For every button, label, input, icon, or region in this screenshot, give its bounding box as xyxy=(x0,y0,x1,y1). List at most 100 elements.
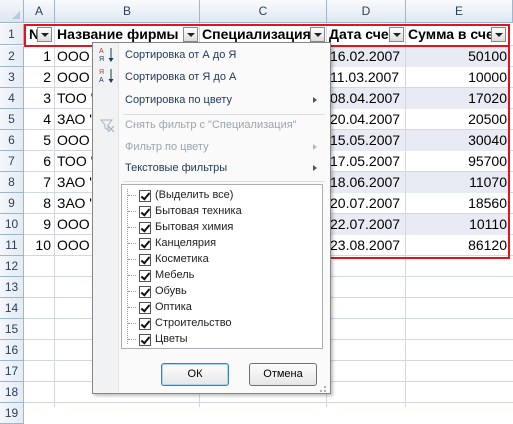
filter-value-label: Канцелярия xyxy=(155,237,217,249)
row-header-1[interactable]: 1 xyxy=(0,24,24,45)
filter-value-item[interactable]: Строительство xyxy=(122,316,312,332)
tree-connector xyxy=(128,227,136,228)
row-header-2[interactable]: 2 xyxy=(0,46,24,67)
checkbox-checked-icon[interactable] xyxy=(139,318,151,330)
svg-text:А: А xyxy=(99,77,104,84)
cell-firm[interactable]: ЗАО ' xyxy=(54,172,94,193)
cell-firm[interactable]: ТОО ' xyxy=(54,151,94,172)
resize-grip-icon[interactable] xyxy=(317,380,327,392)
cell-number[interactable]: 3 xyxy=(24,88,54,109)
tree-connector xyxy=(128,307,136,308)
filter-value-label: Строительство xyxy=(155,317,232,329)
checkbox-checked-icon[interactable] xyxy=(139,286,151,298)
column-header-d[interactable]: D xyxy=(327,0,406,23)
checkbox-checked-icon[interactable] xyxy=(139,238,151,250)
menu-item-sort-by-color[interactable]: Сортировка по цвету xyxy=(125,90,325,110)
cell-firm[interactable]: ООО xyxy=(54,67,94,88)
tree-connector xyxy=(128,243,136,244)
tree-connector xyxy=(128,211,136,212)
cell-firm[interactable]: ООО xyxy=(54,214,94,235)
filter-value-item[interactable]: (Выделить все) xyxy=(122,188,312,204)
cell-firm[interactable]: ЗАО ' xyxy=(54,109,94,130)
tree-connector xyxy=(128,323,136,324)
row-header-11[interactable]: 11 xyxy=(0,235,24,256)
filter-value-item[interactable]: Косметика xyxy=(122,252,312,268)
row-header-13[interactable]: 13 xyxy=(0,277,24,298)
menu-item-filter-by-color[interactable]: Фильтр по цвету xyxy=(125,137,325,157)
column-header-e[interactable]: E xyxy=(406,0,513,23)
filter-value-label: (Выделить все) xyxy=(155,189,234,201)
row-header-12[interactable]: 12 xyxy=(0,256,24,277)
filter-value-label: Мебель xyxy=(155,269,195,281)
row-header-3[interactable]: 3 xyxy=(0,67,24,88)
filter-value-item[interactable]: Цветы xyxy=(122,332,312,348)
filter-value-label: Цветы xyxy=(155,333,188,345)
checkbox-checked-icon[interactable] xyxy=(139,190,151,202)
row-header-9[interactable]: 9 xyxy=(0,193,24,214)
autofilter-menu: А Я Сортировка от А до Я Я А Сортировка … xyxy=(92,42,331,394)
menu-item-text-filters[interactable]: Текстовые фильтры xyxy=(125,158,325,178)
cell-firm[interactable]: ООО xyxy=(54,235,94,256)
tree-connector xyxy=(128,275,136,276)
filter-value-item[interactable]: Канцелярия xyxy=(122,236,312,252)
checkbox-checked-icon[interactable] xyxy=(139,334,151,346)
filter-value-label: Оптика xyxy=(155,301,192,313)
row-header-16[interactable]: 16 xyxy=(0,340,24,361)
svg-text:А: А xyxy=(99,48,104,55)
row-header-15[interactable]: 15 xyxy=(0,319,24,340)
row-header-8[interactable]: 8 xyxy=(0,172,24,193)
cell-number[interactable]: 9 xyxy=(24,214,54,235)
cell-firm[interactable]: ООО xyxy=(54,46,94,67)
submenu-arrow-icon xyxy=(313,97,317,103)
row-header-6[interactable]: 6 xyxy=(0,130,24,151)
filter-value-item[interactable]: Бытовая химия xyxy=(122,220,312,236)
row-header-5[interactable]: 5 xyxy=(0,109,24,130)
cell-number[interactable]: 10 xyxy=(24,235,54,256)
cell-firm[interactable]: ООО xyxy=(54,130,94,151)
checkbox-checked-icon[interactable] xyxy=(139,254,151,266)
menu-item-label: Фильтр по цвету xyxy=(125,141,209,153)
cell-number[interactable]: 5 xyxy=(24,130,54,151)
cell-number[interactable]: 1 xyxy=(24,46,54,67)
cell-number[interactable]: 2 xyxy=(24,67,54,88)
cell-number[interactable]: 4 xyxy=(24,109,54,130)
row-header-17[interactable]: 17 xyxy=(0,361,24,382)
row-header-10[interactable]: 10 xyxy=(0,214,24,235)
menu-item-clear-filter[interactable]: Снять фильтр с "Специализация" xyxy=(125,115,325,135)
filter-value-item[interactable]: Оптика xyxy=(122,300,312,316)
column-header-a[interactable]: A xyxy=(24,0,55,23)
cell-number[interactable]: 7 xyxy=(24,172,54,193)
submenu-arrow-icon xyxy=(313,165,317,171)
filter-value-item[interactable]: Мебель xyxy=(122,268,312,284)
row-header-4[interactable]: 4 xyxy=(0,88,24,109)
cancel-button[interactable]: Отмена xyxy=(249,363,317,386)
column-header-c[interactable]: C xyxy=(200,0,327,23)
row-header-19[interactable]: 19 xyxy=(0,403,24,424)
cell-firm[interactable]: ТОО ' xyxy=(54,88,94,109)
checkbox-checked-icon[interactable] xyxy=(139,302,151,314)
filter-value-label: Бытовая техника xyxy=(155,205,242,217)
select-all-corner[interactable] xyxy=(0,0,24,23)
row-header-14[interactable]: 14 xyxy=(0,298,24,319)
tree-connector xyxy=(128,195,136,196)
cell-firm[interactable]: ЗАО ' xyxy=(54,193,94,214)
menu-item-sort-desc[interactable]: Сортировка от Я до А xyxy=(125,67,325,87)
cell-number[interactable]: 6 xyxy=(24,151,54,172)
ok-button[interactable]: ОК xyxy=(161,363,229,386)
sort-z-a-icon: Я А xyxy=(99,67,115,85)
tree-connector xyxy=(128,259,136,260)
sort-a-z-icon: А Я xyxy=(99,46,115,64)
filter-value-item[interactable]: Бытовая техника xyxy=(122,204,312,220)
filter-value-item[interactable]: Обувь xyxy=(122,284,312,300)
menu-item-sort-asc[interactable]: Сортировка от А до Я xyxy=(125,45,325,65)
checkbox-checked-icon[interactable] xyxy=(139,206,151,218)
tree-connector xyxy=(128,291,136,292)
checkbox-checked-icon[interactable] xyxy=(139,222,151,234)
row-header-7[interactable]: 7 xyxy=(0,151,24,172)
checkbox-checked-icon[interactable] xyxy=(139,270,151,282)
cell-number[interactable]: 8 xyxy=(24,193,54,214)
tree-connector xyxy=(128,339,136,340)
column-header-b[interactable]: B xyxy=(55,0,200,23)
row-header-18[interactable]: 18 xyxy=(0,382,24,403)
filter-values-list[interactable]: (Выделить все) Бытовая техника Бытовая х… xyxy=(121,184,323,349)
